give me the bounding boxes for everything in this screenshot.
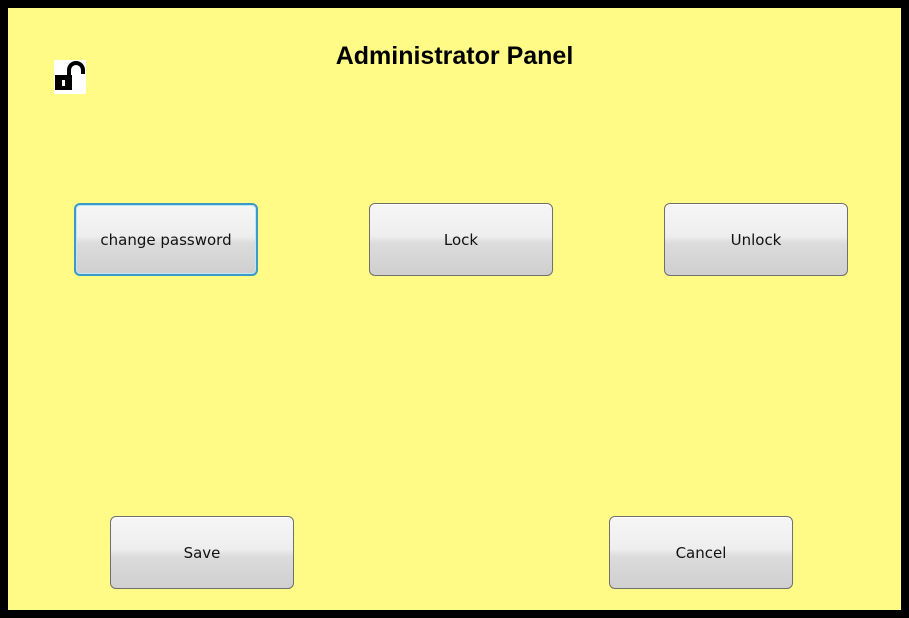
administrator-panel: Administrator Panel change password Lock… — [0, 0, 909, 618]
page-title: Administrator Panel — [335, 42, 574, 70]
unlock-button[interactable]: Unlock — [664, 203, 848, 276]
change-password-button[interactable]: change password — [74, 203, 258, 276]
lock-button[interactable]: Lock — [369, 203, 553, 276]
cancel-button[interactable]: Cancel — [609, 516, 793, 589]
save-button[interactable]: Save — [110, 516, 294, 589]
